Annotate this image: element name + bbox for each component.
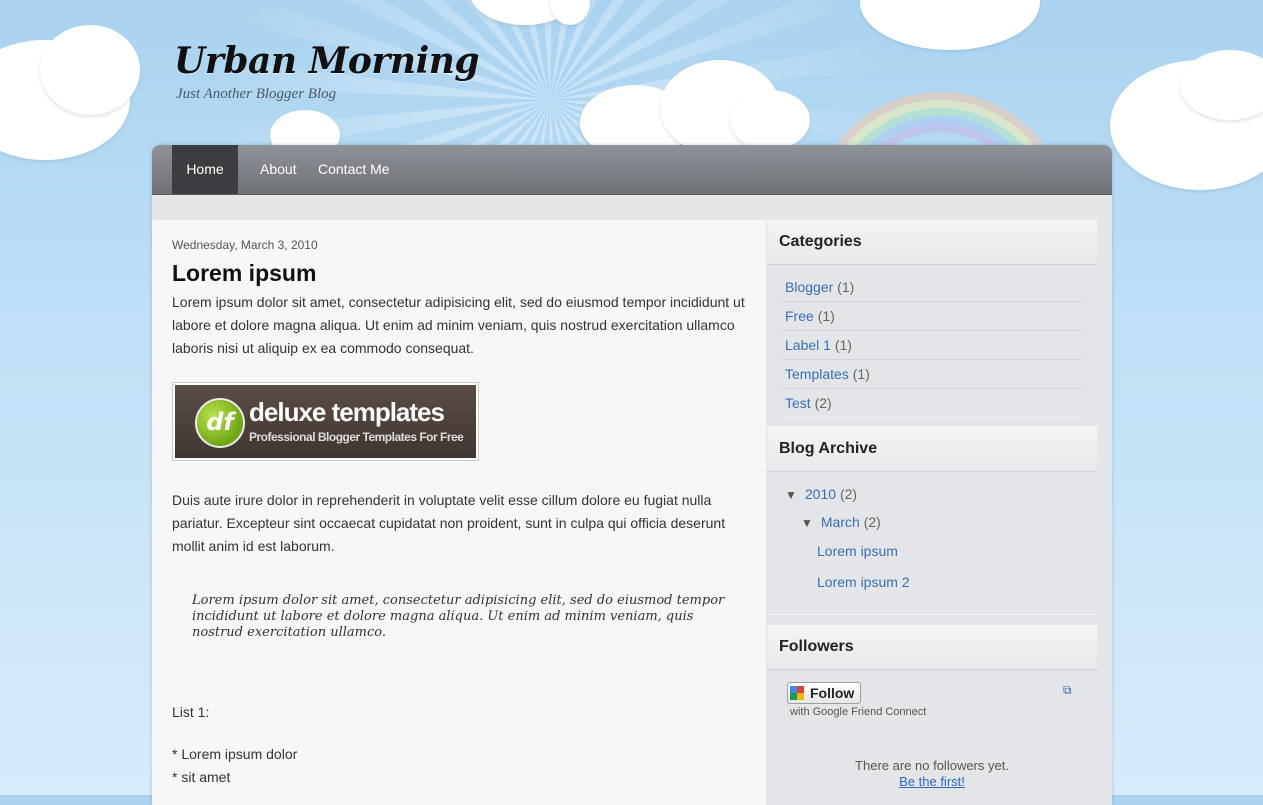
categories-heading: Categories [767, 220, 1097, 265]
categories-widget: Categories Blogger (1) Free (1) Label 1 … [767, 220, 1097, 427]
followers-widget: Followers Follow with Google Friend Conn… [767, 625, 1097, 805]
follow-label: Follow [810, 685, 855, 701]
deluxe-templates-banner[interactable]: df deluxe templates Professional Blogger… [172, 382, 479, 461]
sidebar: Categories Blogger (1) Free (1) Label 1 … [767, 220, 1097, 805]
category-count: (1) [817, 308, 835, 324]
blog-archive-widget: Blog Archive ▼ 2010 (2) ▼ March (2) Lorem … [767, 427, 1097, 615]
nav-contact-link[interactable]: Contact Me [318, 145, 390, 194]
main-nav: Home About Contact Me [152, 145, 1112, 195]
blog-header: Urban Morning Just Another Blogger Blog [174, 40, 480, 103]
category-count: (1) [837, 279, 855, 295]
archive-month-link[interactable]: March [821, 514, 860, 530]
blog-title[interactable]: Urban Morning [174, 40, 480, 82]
blog-description: Just Another Blogger Blog [176, 86, 337, 102]
category-link-templates[interactable]: Templates [785, 366, 849, 382]
category-link-blogger[interactable]: Blogger [785, 279, 833, 295]
gfc-caption: with Google Friend Connect [790, 706, 927, 718]
category-link-label-1[interactable]: Label 1 [785, 337, 831, 353]
be-first-container: Be the first! [767, 774, 1097, 789]
post-title[interactable]: Lorem ipsum [172, 260, 746, 287]
collapse-arrow-icon[interactable]: ▼ [785, 488, 797, 502]
post-paragraph-1: Lorem ipsum dolor sit amet, consectetur … [172, 294, 745, 356]
be-first-link[interactable]: Be the first! [899, 774, 965, 789]
collapse-arrow-icon[interactable]: ▼ [801, 516, 813, 530]
followers-body: Follow with Google Friend Connect ⧉ Ther… [767, 670, 1097, 805]
archive-heading: Blog Archive [767, 427, 1097, 472]
archive-tree: ▼ 2010 (2) ▼ March (2) Lorem ipsum Lorem i… [767, 472, 1097, 614]
archive-post-row: Lorem ipsum [781, 536, 1083, 567]
banner-title: deluxe templates [249, 397, 445, 427]
category-item: Label 1 (1) [781, 331, 1083, 360]
category-item: Test (2) [781, 389, 1083, 418]
category-count: (1) [834, 337, 852, 353]
category-count: (2) [814, 395, 832, 411]
follow-button[interactable]: Follow [787, 682, 862, 704]
nav-about-link[interactable]: About [260, 145, 297, 194]
content-wrapper: Home About Contact Me Wednesday, March 3… [152, 145, 1112, 805]
post-blockquote: Lorem ipsum dolor sit amet, consectetur … [192, 593, 725, 640]
archive-post-row: Lorem ipsum 2 [781, 567, 1083, 598]
post-list: * Lorem ipsum dolor * sit amet [172, 743, 746, 789]
category-list: Blogger (1) Free (1) Label 1 (1) Templat… [767, 265, 1097, 426]
list-item: * Lorem ipsum dolor [172, 746, 298, 762]
category-item: Free (1) [781, 302, 1083, 331]
archive-month-count: (2) [863, 514, 881, 530]
nav-home-link[interactable]: Home [172, 145, 238, 194]
category-link-test[interactable]: Test [785, 395, 811, 411]
archive-year-link[interactable]: 2010 [805, 486, 836, 502]
no-followers-text: There are no followers yet. [855, 758, 1009, 773]
df-logo-icon: df [195, 398, 245, 448]
list-item: * sit amet [172, 769, 231, 785]
popout-icon[interactable]: ⧉ [1063, 684, 1075, 696]
banner-subtitle: Professional Blogger Templates For Free [249, 430, 464, 444]
google-friend-connect-icon [790, 686, 804, 700]
list-title: List 1: [172, 704, 210, 720]
nav-subbar [152, 195, 1112, 220]
post-area: Wednesday, March 3, 2010 Lorem ipsum Lor… [152, 220, 766, 805]
category-link-free[interactable]: Free [785, 308, 814, 324]
archive-post-link[interactable]: Lorem ipsum 2 [817, 574, 910, 590]
archive-post-link[interactable]: Lorem ipsum [817, 543, 898, 559]
archive-month-row: ▼ March (2) [781, 508, 1083, 536]
followers-heading: Followers [767, 625, 1097, 670]
category-count: (1) [852, 366, 870, 382]
archive-year-row: ▼ 2010 (2) [781, 480, 1083, 508]
category-item: Templates (1) [781, 360, 1083, 389]
post-date: Wednesday, March 3, 2010 [172, 238, 318, 252]
category-item: Blogger (1) [781, 273, 1083, 302]
archive-year-count: (2) [839, 486, 858, 502]
post-paragraph-2: Duis aute irure dolor in reprehenderit i… [172, 492, 726, 554]
